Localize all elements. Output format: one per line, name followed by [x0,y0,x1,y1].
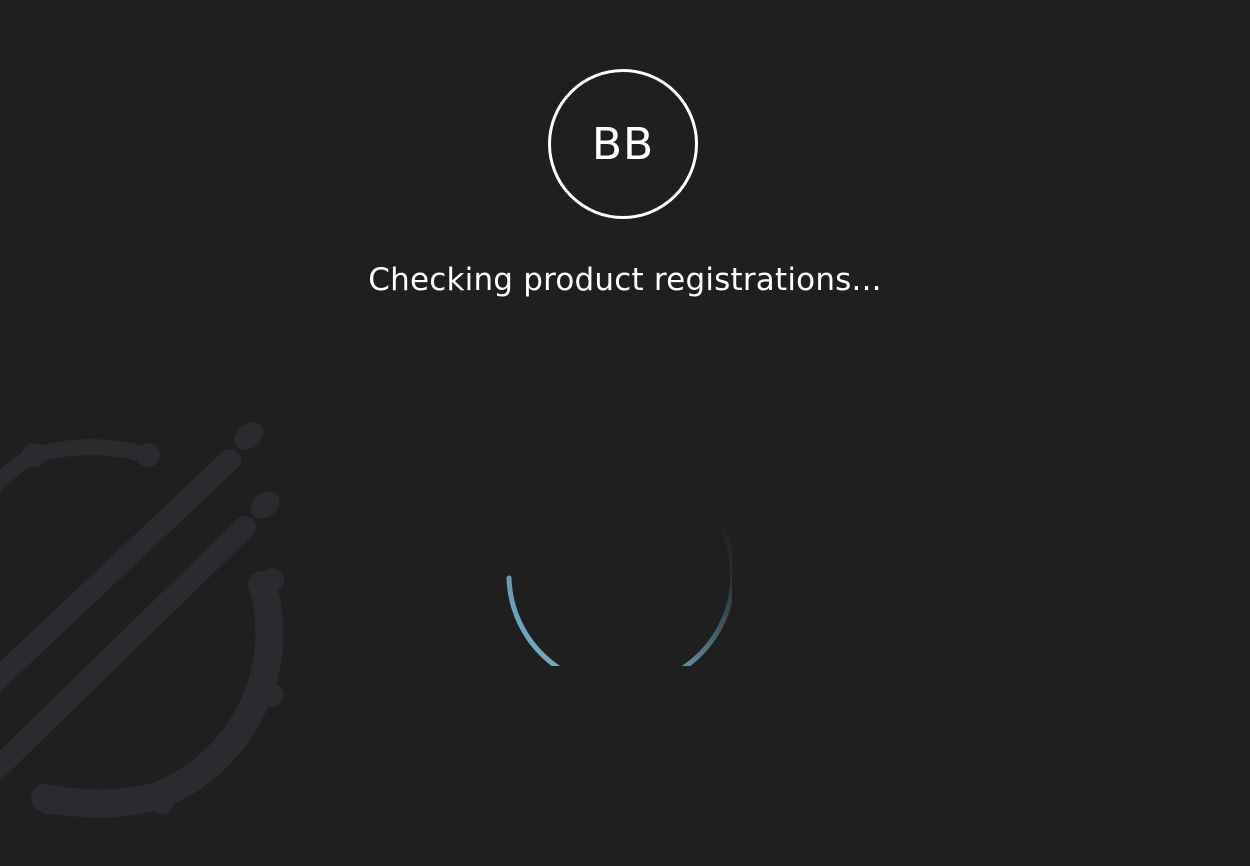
drum-and-sticks-icon [0,422,284,818]
loading-window: BB Checking product registrations... [0,0,1250,866]
status-message: Checking product registrations... [368,262,882,298]
loading-spinner-icon [506,528,732,666]
app-logo: BB [548,69,698,219]
logo-text: BB [591,118,655,170]
